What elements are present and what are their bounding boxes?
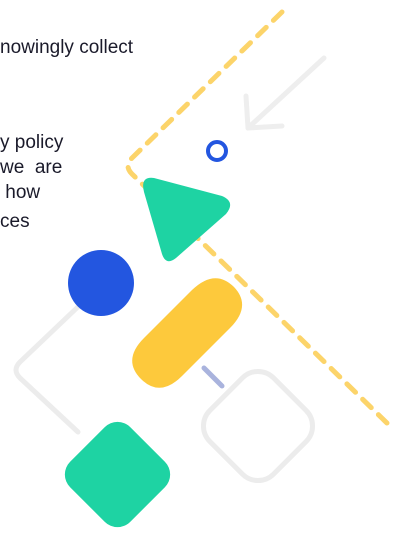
decorative-illustration: [13, 9, 393, 528]
arrow-down-left-icon: [243, 55, 327, 131]
blue-circle: [68, 250, 134, 316]
yellow-pill: [132, 278, 243, 388]
blue-dash: [201, 365, 225, 389]
outline-connector-path: [13, 300, 85, 435]
outline-rounded-square: [200, 368, 316, 484]
ring-outline-icon: [206, 140, 228, 162]
green-triangle: [143, 177, 231, 262]
